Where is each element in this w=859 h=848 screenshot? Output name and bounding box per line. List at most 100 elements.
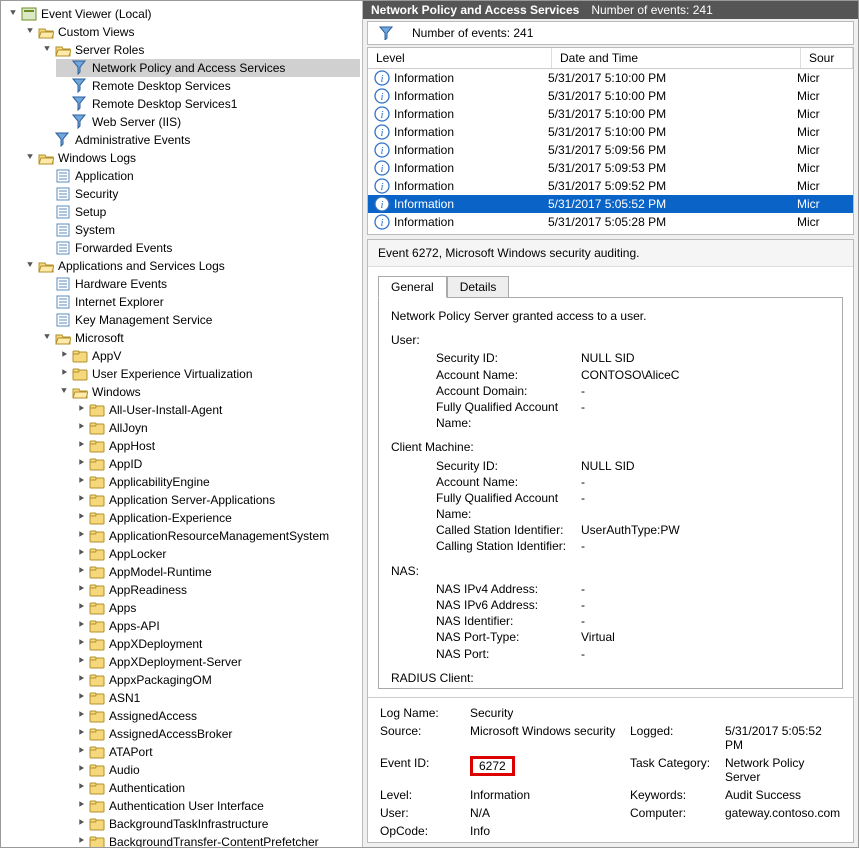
expander-icon[interactable]: ⯈ (75, 672, 87, 688)
expander-icon[interactable]: ⯆ (41, 330, 53, 346)
tree-admin-events[interactable]: · Administrative Events (39, 131, 360, 149)
expander-icon[interactable]: ⯈ (75, 528, 87, 544)
tree-item[interactable]: ⯈ASN1 (73, 689, 360, 707)
col-date[interactable]: Date and Time (552, 48, 801, 68)
tree-item[interactable]: ·Internet Explorer (39, 293, 360, 311)
tree-apps-services[interactable]: ⯆ Applications and Services Logs (22, 257, 360, 275)
expander-icon[interactable]: ⯈ (75, 618, 87, 634)
expander-icon[interactable]: ⯈ (75, 798, 87, 814)
expander-icon[interactable]: ⯈ (75, 726, 87, 742)
expander-icon[interactable]: ⯈ (75, 420, 87, 436)
tree-item[interactable]: ⯈ApplicationResourceManagementSystem (73, 527, 360, 545)
col-source[interactable]: Sour (801, 48, 853, 68)
tree-item[interactable]: ⯈ATAPort (73, 743, 360, 761)
event-list-body[interactable]: Information5/31/2017 5:10:00 PMMicrInfor… (368, 69, 853, 234)
tree-item[interactable]: ·Remote Desktop Services (56, 77, 360, 95)
tree-item[interactable]: ·Security (39, 185, 360, 203)
expander-icon[interactable]: ⯈ (75, 780, 87, 796)
expander-icon[interactable]: ⯈ (75, 816, 87, 832)
tree-custom-views[interactable]: ⯆ Custom Views (22, 23, 360, 41)
expander-icon[interactable]: ⯆ (41, 42, 53, 58)
event-row[interactable]: Information5/31/2017 5:10:00 PMMicr (368, 87, 853, 105)
tree-item[interactable]: ⯈Authentication (73, 779, 360, 797)
expander-icon[interactable]: ⯈ (75, 600, 87, 616)
expander-icon[interactable]: ⯆ (24, 150, 36, 166)
expander-icon[interactable]: ⯆ (24, 24, 36, 40)
expander-icon[interactable]: ⯈ (75, 510, 87, 526)
tree-item[interactable]: ⯈Audio (73, 761, 360, 779)
expander-icon[interactable]: ⯈ (75, 636, 87, 652)
tree-item[interactable]: ·System (39, 221, 360, 239)
tree-item[interactable]: ⯈BackgroundTaskInfrastructure (73, 815, 360, 833)
navigation-tree-pane[interactable]: ⯆ Event Viewer (Local) ⯆ Custom Views (1, 1, 363, 847)
event-row[interactable]: Information5/31/2017 5:09:56 PMMicr (368, 141, 853, 159)
details-body[interactable]: Network Policy Server granted access to … (378, 297, 843, 689)
tree-item[interactable]: ⯈AppHost (73, 437, 360, 455)
tree-item[interactable]: ⯈BackgroundTransfer-ContentPrefetcher (73, 833, 360, 847)
filter-bar[interactable]: Number of events: 241 (367, 21, 854, 45)
expander-icon[interactable]: ⯈ (75, 834, 87, 847)
tree-item[interactable]: ⯈AppxPackagingOM (73, 671, 360, 689)
tree-root[interactable]: ⯆ Event Viewer (Local) (5, 5, 360, 23)
tree-item[interactable]: ·Setup (39, 203, 360, 221)
expander-icon[interactable]: ⯈ (58, 366, 70, 382)
event-row[interactable]: Information5/31/2017 5:05:52 PMMicr (368, 195, 853, 213)
expander-icon[interactable]: ⯈ (75, 474, 87, 490)
tree-item[interactable]: ⯈Authentication User Interface (73, 797, 360, 815)
tree-windows-logs[interactable]: ⯆ Windows Logs (22, 149, 360, 167)
event-row[interactable]: Information5/31/2017 5:10:00 PMMicr (368, 123, 853, 141)
expander-icon[interactable]: ⯈ (58, 348, 70, 364)
tree-item[interactable]: ⯈AssignedAccessBroker (73, 725, 360, 743)
expander-icon[interactable]: ⯈ (75, 402, 87, 418)
tree-item[interactable]: ⯈User Experience Virtualization (56, 365, 360, 383)
tree-item[interactable]: ⯈All-User-Install-Agent (73, 401, 360, 419)
tree-item[interactable]: ⯈AllJoyn (73, 419, 360, 437)
expander-icon[interactable]: ⯈ (75, 762, 87, 778)
expander-icon[interactable]: ⯈ (75, 744, 87, 760)
expander-icon[interactable]: ⯈ (75, 690, 87, 706)
expander-icon[interactable]: ⯈ (75, 438, 87, 454)
tree-item[interactable]: ·Hardware Events (39, 275, 360, 293)
tree-item[interactable]: ·Web Server (IIS) (56, 113, 360, 131)
tab-details[interactable]: Details (447, 276, 510, 298)
tree-item[interactable]: ·Forwarded Events (39, 239, 360, 257)
tree-item[interactable]: ⯈AssignedAccess (73, 707, 360, 725)
expander-icon[interactable]: ⯈ (75, 708, 87, 724)
tree-item[interactable]: ⯈AppLocker (73, 545, 360, 563)
tree-item[interactable]: ·Remote Desktop Services1 (56, 95, 360, 113)
tree-item[interactable]: ⯈Apps (73, 599, 360, 617)
tree-item[interactable]: ⯈AppXDeployment (73, 635, 360, 653)
event-row[interactable]: Information5/31/2017 5:09:52 PMMicr (368, 177, 853, 195)
tree-item[interactable]: ⯈ApplicabilityEngine (73, 473, 360, 491)
tree-item[interactable]: ⯈AppReadiness (73, 581, 360, 599)
tree-windows[interactable]: ⯆Windows (56, 383, 360, 401)
event-row[interactable]: Information5/31/2017 5:09:53 PMMicr (368, 159, 853, 177)
expander-icon[interactable]: ⯈ (75, 546, 87, 562)
tree-server-roles[interactable]: ⯆ Server Roles (39, 41, 360, 59)
event-row[interactable]: Information5/31/2017 5:10:00 PMMicr (368, 105, 853, 123)
expander-icon[interactable]: ⯆ (24, 258, 36, 274)
expander-icon[interactable]: ⯈ (75, 456, 87, 472)
tab-general[interactable]: General (378, 276, 447, 298)
event-row[interactable]: Information5/31/2017 5:05:28 PMMicr (368, 213, 853, 231)
tree-microsoft[interactable]: ⯆Microsoft (39, 329, 360, 347)
expander-icon[interactable]: ⯆ (58, 384, 70, 400)
expander-icon[interactable]: ⯈ (75, 582, 87, 598)
tree-item[interactable]: ⯈Apps-API (73, 617, 360, 635)
tree-item[interactable]: ⯈AppID (73, 455, 360, 473)
expander-icon[interactable]: ⯈ (75, 564, 87, 580)
expander-icon[interactable]: ⯆ (7, 6, 19, 22)
expander-icon[interactable]: ⯈ (75, 492, 87, 508)
event-row[interactable]: Information5/31/2017 5:10:00 PMMicr (368, 69, 853, 87)
tree-item[interactable]: ⯈AppModel-Runtime (73, 563, 360, 581)
col-level[interactable]: Level (368, 48, 552, 68)
tree-item[interactable]: ⯈Application Server-Applications (73, 491, 360, 509)
event-list-header[interactable]: Level Date and Time Sour (368, 48, 853, 69)
tree-item[interactable]: ·Key Management Service (39, 311, 360, 329)
tree-item[interactable]: ⯈AppXDeployment-Server (73, 653, 360, 671)
tree-item[interactable]: ⯈AppV (56, 347, 360, 365)
expander-icon[interactable]: ⯈ (75, 654, 87, 670)
tree-item[interactable]: ·Application (39, 167, 360, 185)
tree-item[interactable]: ⯈Application-Experience (73, 509, 360, 527)
tree-item[interactable]: ·Network Policy and Access Services (56, 59, 360, 77)
